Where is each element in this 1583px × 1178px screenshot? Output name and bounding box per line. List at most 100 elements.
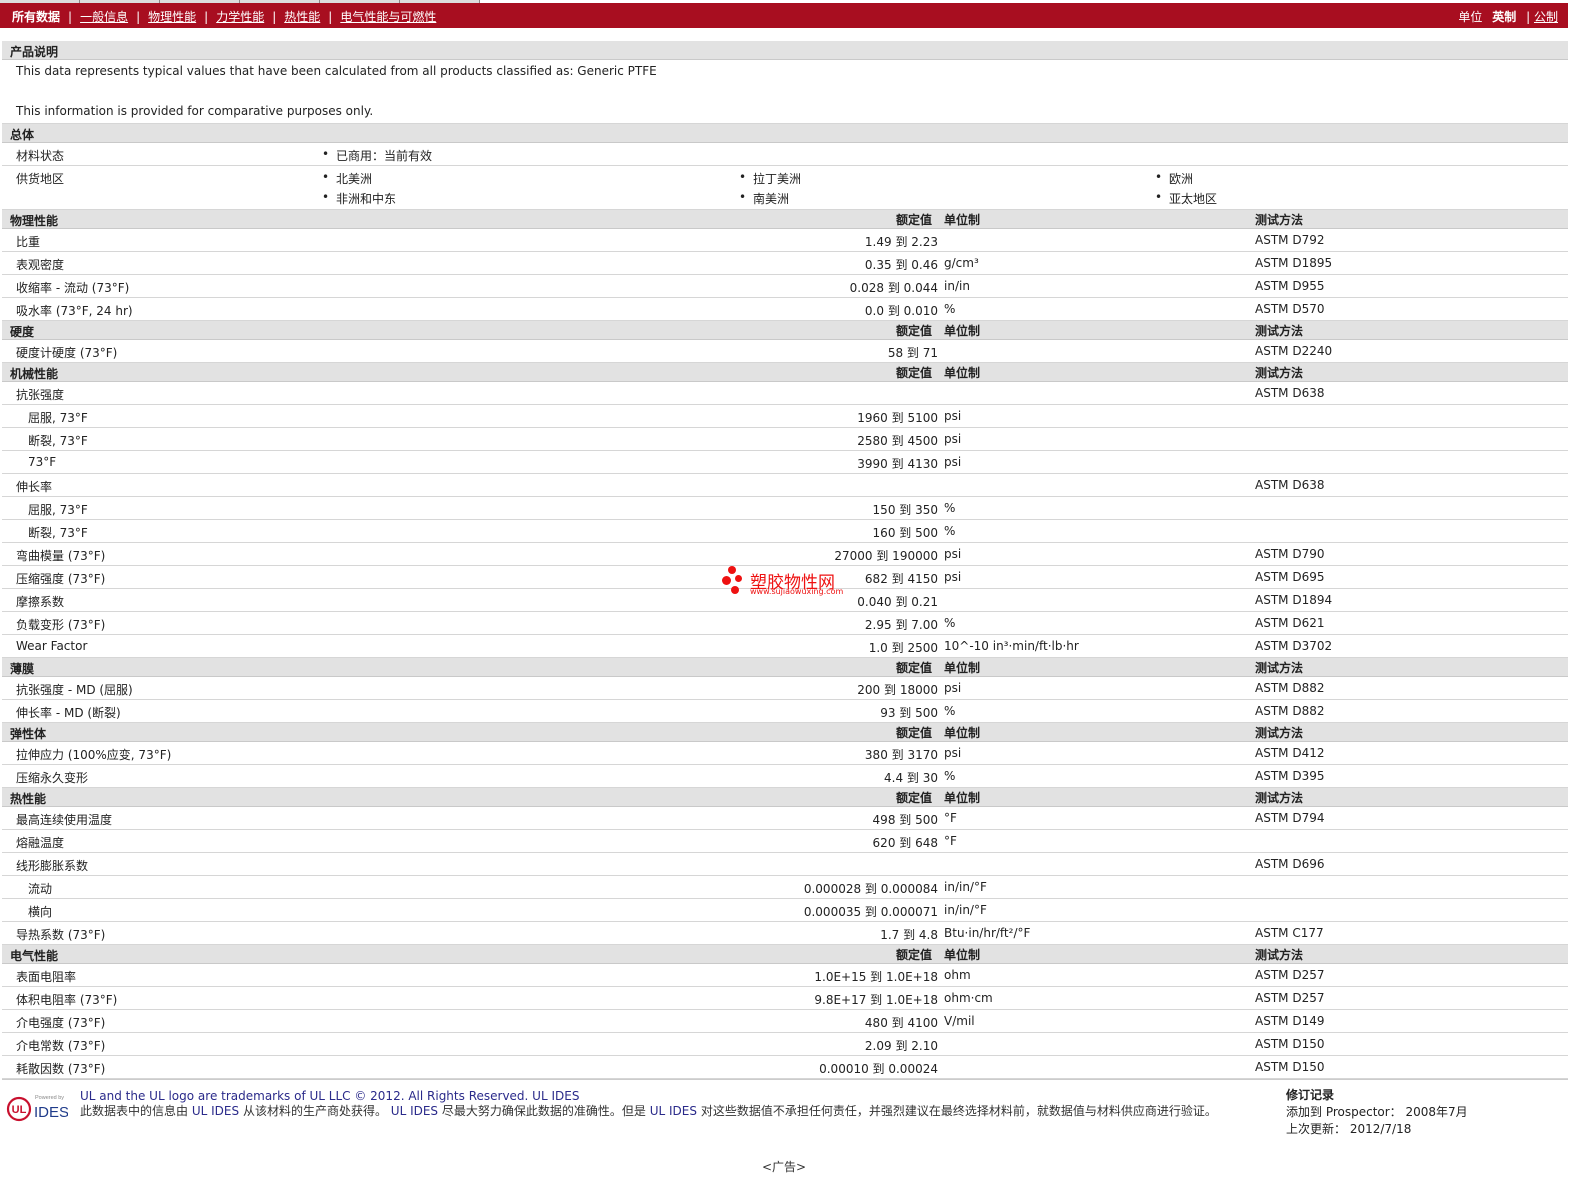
property-name: 横向 [28, 905, 53, 919]
property-unit: 10^-10 in³·min/ft·lb·hr [944, 639, 1079, 653]
property-row: 伸长率 ASTM D638 [2, 474, 1568, 497]
revision-title: 修订记录 [1286, 1088, 1335, 1102]
test-method: ASTM D570 [1255, 302, 1325, 316]
disclaimer-part: 从该材料的生产商处获得。 [242, 1104, 387, 1118]
property-row: 断裂, 73°F 2580 到 4500 psi [2, 428, 1568, 451]
property-row: 介电常数 (73°F) 2.09 到 2.10 ASTM D150 [2, 1033, 1568, 1056]
property-name: 伸长率 [16, 480, 53, 494]
nav-link-physical[interactable]: 物理性能 [148, 8, 196, 25]
property-unit: % [944, 501, 956, 515]
property-unit: % [944, 616, 956, 630]
property-value: 0.35 到 0.46 [864, 258, 938, 272]
nav-link-thermal[interactable]: 热性能 [284, 8, 320, 25]
header-value: 额定值 [896, 948, 933, 962]
property-row: 73°F 3990 到 4130 psi [2, 451, 1568, 474]
property-name: 耗散因数 (73°F) [16, 1062, 106, 1076]
test-method: ASTM D149 [1255, 1014, 1325, 1028]
property-name: 流动 [28, 882, 53, 896]
property-row: 硬度计硬度 (73°F) 58 到 71 ASTM D2240 [2, 340, 1568, 363]
property-row: 比重 1.49 到 2.23 ASTM D792 [2, 229, 1568, 252]
nav-all-data[interactable]: 所有数据 [12, 8, 60, 25]
section-header-general: 总体 [2, 124, 1568, 143]
test-method: ASTM D790 [1255, 547, 1325, 561]
property-name: 吸水率 (73°F, 24 hr) [16, 304, 133, 318]
test-method: ASTM D794 [1255, 811, 1325, 825]
header-unit: 单位制 [944, 948, 981, 962]
property-unit: psi [944, 409, 962, 423]
property-unit: % [944, 704, 956, 718]
property-sections: 物理性能 额定值 单位制 测试方法 比重 1.49 到 2.23 ASTM D792 表观密度… [2, 210, 1568, 1079]
property-name: 介电常数 (73°F) [16, 1039, 106, 1053]
nav-separator: | [136, 9, 141, 24]
unit-switcher: 单位 英制 | 公制 [1458, 8, 1558, 25]
supply-region-row: 供货地区 北美洲 拉丁美洲 欧洲 非洲和中东 南美洲 亚太地区 [2, 166, 1568, 210]
revision-updated: 上次更新： 2012/7/18 [1286, 1122, 1412, 1136]
test-method: ASTM D1895 [1255, 256, 1333, 270]
nav-link-electrical[interactable]: 电气性能与可燃性 [340, 8, 436, 25]
property-value: 58 到 71 [887, 346, 938, 360]
property-name: 屈服, 73°F [28, 503, 88, 517]
nav-link-general[interactable]: 一般信息 [80, 8, 128, 25]
property-value: 1960 到 5100 [857, 411, 938, 425]
header-method: 测试方法 [1255, 726, 1304, 740]
trademark-text: UL and the UL logo are trademarks of UL … [80, 1089, 580, 1103]
property-unit: °F [944, 834, 957, 848]
property-name: 压缩永久变形 [16, 771, 89, 785]
property-unit: psi [944, 455, 962, 469]
property-value: 150 到 350 [872, 503, 938, 517]
section-title: 机械性能 [10, 367, 59, 381]
section-header: 电气性能 额定值 单位制 测试方法 [2, 945, 1568, 964]
property-name: 压缩强度 (73°F) [16, 572, 106, 586]
property-name: 收缩率 - 流动 (73°F) [16, 281, 130, 295]
property-row: 最高连续使用温度 498 到 500 °F ASTM D794 [2, 807, 1568, 830]
section-title: 电气性能 [10, 949, 59, 963]
section-title: 产品说明 [10, 45, 59, 59]
property-row: 横向 0.000035 到 0.000071 in/in/°F [2, 899, 1568, 922]
property-name: 比重 [16, 235, 41, 249]
disclaimer-text: 此数据表中的信息由 UL IDES 从该材料的生产商处获得。 UL IDES 尽… [80, 1104, 1265, 1119]
test-method: ASTM D695 [1255, 570, 1325, 584]
header-method: 测试方法 [1255, 213, 1304, 227]
property-name: 伸长率 - MD (断裂) [16, 706, 121, 720]
test-method: ASTM D882 [1255, 681, 1325, 695]
property-value: 380 到 3170 [864, 748, 938, 762]
section-header: 硬度 额定值 单位制 测试方法 [2, 321, 1568, 340]
property-name: 供货地区 [16, 172, 65, 186]
property-name: 硬度计硬度 (73°F) [16, 346, 118, 360]
region-item: 亚太地区 [1155, 190, 1217, 207]
property-name: 线形膨胀系数 [16, 859, 89, 873]
watermark-url: www.sujiaowuxing.com [750, 587, 844, 596]
property-unit: V/mil [944, 1014, 975, 1028]
unit-metric-link[interactable]: 公制 [1534, 10, 1558, 24]
property-row: 吸水率 (73°F, 24 hr) 0.0 到 0.010% ASTM D570 [2, 298, 1568, 321]
property-value: 498 到 500 [872, 813, 938, 827]
header-unit: 单位制 [944, 366, 981, 380]
nav-link-mechanical[interactable]: 力学性能 [216, 8, 264, 25]
property-value: 9.8E+17 到 1.0E+18 [814, 993, 938, 1007]
unit-imperial[interactable]: 英制 [1492, 10, 1516, 24]
property-unit: % [944, 302, 956, 316]
header-unit: 单位制 [944, 661, 981, 675]
disclaimer-part: 尽最大努力确保此数据的准确性。但是 [441, 1104, 646, 1118]
property-unit: in/in/°F [944, 880, 987, 894]
property-name: 抗张强度 [16, 388, 65, 402]
status-value: 已商用：当前有效 [322, 147, 432, 164]
unit-label: 单位 [1458, 10, 1483, 24]
property-row: 熔融温度 620 到 648 °F [2, 830, 1568, 853]
section-header-description: 产品说明 [2, 41, 1568, 60]
property-row: 耗散因数 (73°F) 0.00010 到 0.00024 ASTM D150 [2, 1056, 1568, 1079]
test-method: ASTM D696 [1255, 857, 1325, 871]
property-unit: in/in/°F [944, 903, 987, 917]
region-item: 南美洲 [739, 190, 789, 207]
property-unit: ohm [944, 968, 971, 982]
header-value: 额定值 [896, 726, 933, 740]
header-unit: 单位制 [944, 726, 981, 740]
nav-separator: | [68, 9, 73, 24]
property-value: 2.09 到 2.10 [864, 1039, 938, 1053]
ad-label: <广告> [762, 1160, 807, 1174]
datasheet-table: 产品说明 This data represents typical values… [2, 41, 1568, 1079]
nav-separator: | [328, 9, 333, 24]
test-method: ASTM D792 [1255, 233, 1325, 247]
property-unit: % [944, 769, 956, 783]
property-unit: psi [944, 570, 962, 584]
